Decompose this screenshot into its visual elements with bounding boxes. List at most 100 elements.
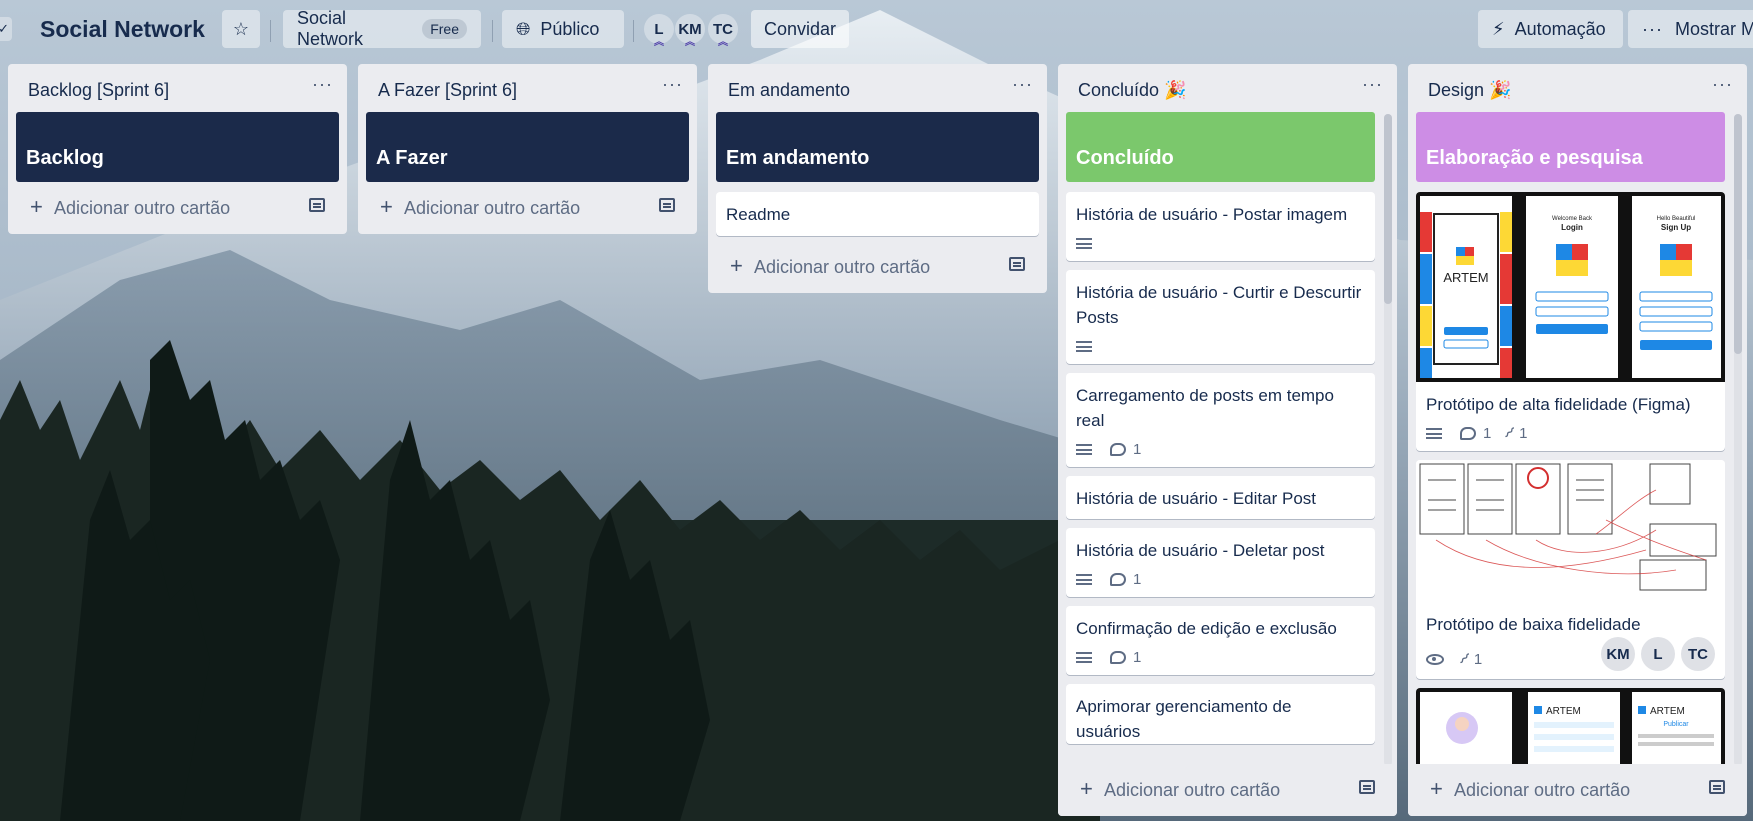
card[interactable]: História de usuário - Editar Post (1066, 476, 1375, 519)
watching-eye-icon (1426, 653, 1444, 665)
description-icon (1426, 427, 1442, 439)
star-board-button[interactable]: ☆ (222, 10, 260, 48)
card[interactable]: História de usuário - Postar imagem (1066, 192, 1375, 261)
add-card-row[interactable]: + Adicionar outro cartão (1408, 764, 1747, 816)
scrollbar-thumb[interactable] (1384, 114, 1392, 304)
list-menu-icon[interactable]: ··· (312, 74, 333, 95)
card[interactable]: Aprimorar gerenciamento de usuários (1066, 684, 1375, 744)
card[interactable]: História de usuário - Deletar post 1 (1066, 528, 1375, 597)
card-cover-image: ARTEM ARTEM Publicar (1416, 688, 1725, 764)
add-card-label: Adicionar outro cartão (754, 257, 931, 277)
card[interactable]: Readme (716, 192, 1039, 236)
workspace-label: Social Network (297, 8, 364, 49)
attachment-count: 1 (1519, 424, 1528, 442)
card-members: KM L TC (1595, 637, 1715, 671)
automation-button[interactable]: ⚡︎ Automação (1478, 10, 1623, 48)
board-menu-check-icon[interactable]: ✓ (0, 17, 12, 41)
list-em-andamento: Em andamento ··· Em andamento Readme + A… (708, 64, 1047, 293)
attachments-badge: ⌇ 1 (1455, 649, 1483, 669)
list-title[interactable]: Design 🎉 (1428, 80, 1511, 101)
comments-badge: 1 (1110, 649, 1141, 666)
list-banner-card[interactable]: A Fazer (366, 112, 689, 182)
card-template-icon[interactable] (1359, 780, 1375, 794)
member-avatar[interactable]: L (1641, 637, 1675, 671)
card-cover-image: ARTEM Welcome Back Login Hello Beautiful… (1416, 192, 1725, 382)
list-menu-icon[interactable]: ··· (662, 74, 683, 95)
card-cover-image (1416, 460, 1725, 602)
list-menu-icon[interactable]: ··· (1362, 74, 1383, 95)
comment-icon (1460, 426, 1476, 440)
add-card-label: Adicionar outro cartão (54, 198, 231, 218)
list-menu-icon[interactable]: ··· (1012, 74, 1033, 95)
card[interactable]: Protótipo de baixa fidelidade ⌇ 1 KM L TC (1416, 460, 1725, 679)
comments-badge: 1 (1110, 441, 1141, 458)
list-banner-card[interactable]: Em andamento (716, 112, 1039, 182)
banner-title: A Fazer (376, 147, 448, 169)
comment-icon (1110, 650, 1126, 664)
invite-button[interactable]: Convidar (751, 10, 849, 48)
card[interactable]: História de usuário - Curtir e Descurtir… (1066, 270, 1375, 364)
list-title[interactable]: Backlog [Sprint 6] (28, 80, 169, 101)
plus-icon: + (1430, 776, 1443, 801)
list-design: Design 🎉 ··· Elaboração e pesquisa ARTEM… (1408, 64, 1747, 816)
member-avatar[interactable]: L ︽ (644, 14, 674, 48)
lightning-icon: ⚡︎ (1492, 18, 1505, 39)
list-scrollbar[interactable] (1734, 114, 1742, 766)
card-title: Carregamento de posts em tempo real (1076, 386, 1334, 430)
add-card-label: Adicionar outro cartão (1104, 780, 1281, 800)
card-template-icon[interactable] (1709, 780, 1725, 794)
list-menu-icon[interactable]: ··· (1712, 74, 1733, 95)
plus-icon: + (30, 194, 43, 219)
member-avatar[interactable]: KM ︽ (675, 14, 705, 48)
banner-title: Em andamento (726, 147, 870, 169)
list-title[interactable]: Concluído 🎉 (1078, 80, 1186, 101)
card-title: História de usuário - Editar Post (1076, 489, 1316, 508)
more-dots-icon: ··· (1642, 18, 1663, 39)
comment-icon (1110, 442, 1126, 456)
star-icon: ☆ (232, 18, 250, 39)
member-initials: KM (678, 20, 702, 38)
show-menu-button[interactable]: ··· Mostrar Me (1628, 10, 1753, 48)
list-banner-card[interactable]: Backlog (16, 112, 339, 182)
member-initials: TC (713, 20, 733, 38)
card-title: Readme (726, 205, 791, 224)
card[interactable]: ARTEM ARTEM Publicar (1416, 688, 1725, 764)
comment-icon (1110, 572, 1126, 586)
list-cards: Concluído História de usuário - Postar i… (1058, 112, 1397, 764)
globe-icon: 🌐︎ (516, 18, 531, 39)
scrollbar-thumb[interactable] (1734, 114, 1742, 354)
attachments-badge: ⌇ 1 (1500, 423, 1528, 443)
add-card-row[interactable]: + Adicionar outro cartão (358, 182, 697, 234)
workspace-button[interactable]: Social Network Free (283, 8, 481, 49)
add-card-label: Adicionar outro cartão (1454, 780, 1631, 800)
card-template-icon[interactable] (659, 198, 675, 212)
card-template-icon[interactable] (309, 198, 325, 212)
member-avatar[interactable]: KM (1601, 637, 1635, 671)
card[interactable]: Carregamento de posts em tempo real 1 (1066, 373, 1375, 467)
paperclip-icon: ⌇ (1454, 650, 1473, 669)
list-banner-card[interactable]: Elaboração e pesquisa (1416, 112, 1725, 182)
comments-badge: 1 (1110, 571, 1141, 588)
add-card-row[interactable]: + Adicionar outro cartão (8, 182, 347, 234)
card-template-icon[interactable] (1009, 257, 1025, 271)
card-title: História de usuário - Deletar post (1076, 541, 1325, 560)
comments-badge: 1 (1460, 425, 1491, 442)
member-avatar[interactable]: TC (1681, 637, 1715, 671)
add-card-row[interactable]: + Adicionar outro cartão (1058, 764, 1397, 816)
card[interactable]: ARTEM Welcome Back Login Hello Beautiful… (1416, 192, 1725, 451)
list-header: Backlog [Sprint 6] ··· (8, 64, 347, 112)
card-badges: 1 (1076, 647, 1365, 667)
add-card-row[interactable]: + Adicionar outro cartão (708, 241, 1047, 293)
header-divider (633, 20, 634, 42)
list-title[interactable]: A Fazer [Sprint 6] (378, 80, 517, 101)
banner-title: Elaboração e pesquisa (1426, 147, 1643, 169)
list-scrollbar[interactable] (1384, 114, 1392, 766)
attachment-count: 1 (1473, 650, 1483, 668)
member-avatar[interactable]: TC ︽ (708, 14, 738, 48)
card[interactable]: Confirmação de edição e exclusão 1 (1066, 606, 1375, 675)
board-title[interactable]: Social Network (40, 16, 205, 43)
cover-text: Hello Beautiful (1657, 216, 1696, 222)
list-banner-card[interactable]: Concluído (1066, 112, 1375, 182)
list-title[interactable]: Em andamento (728, 80, 850, 101)
visibility-button[interactable]: 🌐︎ Público (502, 10, 624, 48)
